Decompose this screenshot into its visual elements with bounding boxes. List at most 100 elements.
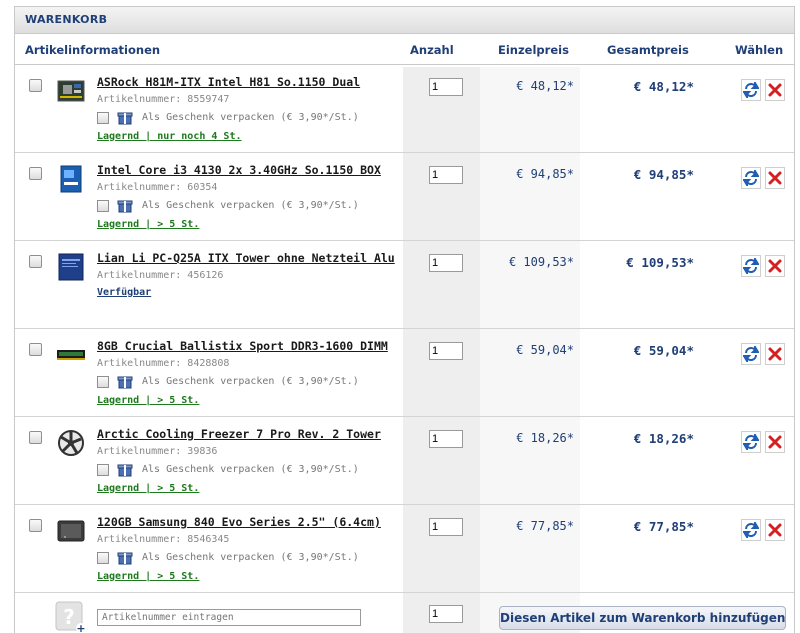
quantity-input[interactable] [429,254,463,272]
remove-item-button[interactable] [765,79,785,101]
item-name-link[interactable]: Lian Li PC-Q25A ITX Tower ohne Netzteil … [97,251,395,265]
gift-icon [117,200,133,213]
delete-icon [768,347,782,361]
motherboard-icon [57,80,85,102]
stock-status-link[interactable]: Lagernd | > 5 St. [97,219,199,230]
item-select-checkbox[interactable] [29,79,42,92]
remove-item-button[interactable] [765,255,785,277]
cart-item-row: Arctic Cooling Freezer 7 Pro Rev. 2 Towe… [15,417,794,505]
refresh-icon [743,434,759,450]
cart-item-row: 8GB Crucial Ballistix Sport DDR3-1600 DI… [15,329,794,417]
stock-status-link[interactable]: Lagernd | > 5 St. [97,395,199,406]
quantity-input[interactable] [429,430,463,448]
col-qty-header: Anzahl [410,43,454,57]
total-price: € 77,85* [633,519,694,534]
quantity-input[interactable] [429,518,463,536]
total-price: € 18,26* [633,431,694,446]
cart-panel: WARENKORB Artikelinformationen Anzahl Ei… [14,6,795,633]
gift-wrap-label: Als Geschenk verpacken (€ 3,90*/St.) [142,112,359,123]
article-number: Artikelnummer: 39836 [97,446,217,457]
gift-icon [117,464,133,477]
gift-icon [117,112,133,125]
update-quantity-button[interactable] [741,431,761,453]
article-number-value: 8546345 [187,534,230,545]
ram-icon [57,350,85,360]
stock-status-link[interactable]: Lagernd | nur noch 4 St. [97,131,242,142]
item-select-checkbox[interactable] [29,255,42,268]
article-number-label: Artikelnummer: [97,446,182,457]
item-name-link[interactable]: Intel Core i3 4130 2x 3.40GHz So.1150 BO… [97,163,381,177]
update-quantity-button[interactable] [741,255,761,277]
gift-wrap-checkbox[interactable] [97,376,109,388]
svg-text:+: + [76,622,85,633]
total-price: € 59,04* [633,343,694,358]
quantity-input[interactable] [429,166,463,184]
gift-wrap-label: Als Geschenk verpacken (€ 3,90*/St.) [142,200,359,211]
gift-icon [117,376,133,389]
add-quantity-input[interactable] [429,605,463,623]
ssd-icon [57,520,85,542]
article-number-value: 456126 [187,270,224,281]
remove-item-button[interactable] [765,343,785,365]
total-price: € 48,12* [633,79,694,94]
article-number-value: 8428808 [187,358,230,369]
item-name-link[interactable]: 120GB Samsung 840 Evo Series 2.5" (6.4cm… [97,515,381,529]
quantity-input[interactable] [429,78,463,96]
article-number-label: Artikelnummer: [97,358,182,369]
article-number: Artikelnummer: 8428808 [97,358,229,369]
update-quantity-button[interactable] [741,519,761,541]
delete-icon [768,435,782,449]
table-header: Artikelinformationen Anzahl Einzelpreis … [15,34,794,65]
col-info-header: Artikelinformationen [25,43,161,57]
item-name-link[interactable]: ASRock H81M-ITX Intel H81 So.1150 Dual [97,75,360,89]
gift-wrap-checkbox[interactable] [97,464,109,476]
item-select-checkbox[interactable] [29,431,42,444]
refresh-icon [743,522,759,538]
cart-title: WARENKORB [15,7,794,34]
item-name-link[interactable]: 8GB Crucial Ballistix Sport DDR3-1600 DI… [97,339,388,353]
stock-status-link[interactable]: Verfügbar [97,287,151,298]
col-total-header: Gesamtpreis [607,43,689,57]
article-number-value: 39836 [187,446,218,457]
unit-price: € 109,53* [508,255,574,269]
quantity-input[interactable] [429,342,463,360]
unit-price: € 59,04* [516,343,574,357]
case-icon [58,253,84,281]
refresh-icon [743,170,759,186]
article-number: Artikelnummer: 456126 [97,270,223,281]
article-number-value: 8559747 [187,94,230,105]
item-select-checkbox[interactable] [29,343,42,356]
remove-item-button[interactable] [765,431,785,453]
gift-wrap-checkbox[interactable] [97,112,109,124]
cart-item-row: ASRock H81M-ITX Intel H81 So.1150 Dual A… [15,65,794,153]
stock-status-link[interactable]: Lagernd | > 5 St. [97,571,199,582]
gift-wrap-label: Als Geschenk verpacken (€ 3,90*/St.) [142,464,359,475]
article-number-input[interactable] [97,609,361,626]
article-number-label: Artikelnummer: [97,534,182,545]
item-name-link[interactable]: Arctic Cooling Freezer 7 Pro Rev. 2 Towe… [97,427,381,441]
col-unit-header: Einzelpreis [498,43,569,57]
gift-wrap-checkbox[interactable] [97,552,109,564]
update-quantity-button[interactable] [741,343,761,365]
gift-wrap-checkbox[interactable] [97,200,109,212]
stock-status-link[interactable]: Lagernd | > 5 St. [97,483,199,494]
cart-item-row: 120GB Samsung 840 Evo Series 2.5" (6.4cm… [15,505,794,593]
remove-item-button[interactable] [765,519,785,541]
item-select-checkbox[interactable] [29,167,42,180]
article-number: Artikelnummer: 60354 [97,182,217,193]
article-number-label: Artikelnummer: [97,182,182,193]
unit-price: € 94,85* [516,167,574,181]
unit-price: € 18,26* [516,431,574,445]
cart-item-row: Intel Core i3 4130 2x 3.40GHz So.1150 BO… [15,153,794,241]
update-quantity-button[interactable] [741,79,761,101]
remove-item-button[interactable] [765,167,785,189]
article-number-value: 60354 [187,182,218,193]
update-quantity-button[interactable] [741,167,761,189]
add-to-cart-button[interactable]: Diesen Artikel zum Warenkorb hinzufügen [499,606,786,630]
add-article-row: ? + Diesen Artikel zum Warenkorb hinzufü… [15,593,794,633]
item-select-checkbox[interactable] [29,519,42,532]
delete-icon [768,259,782,273]
refresh-icon [743,82,759,98]
unit-price: € 48,12* [516,79,574,93]
cooler-icon [58,430,84,456]
